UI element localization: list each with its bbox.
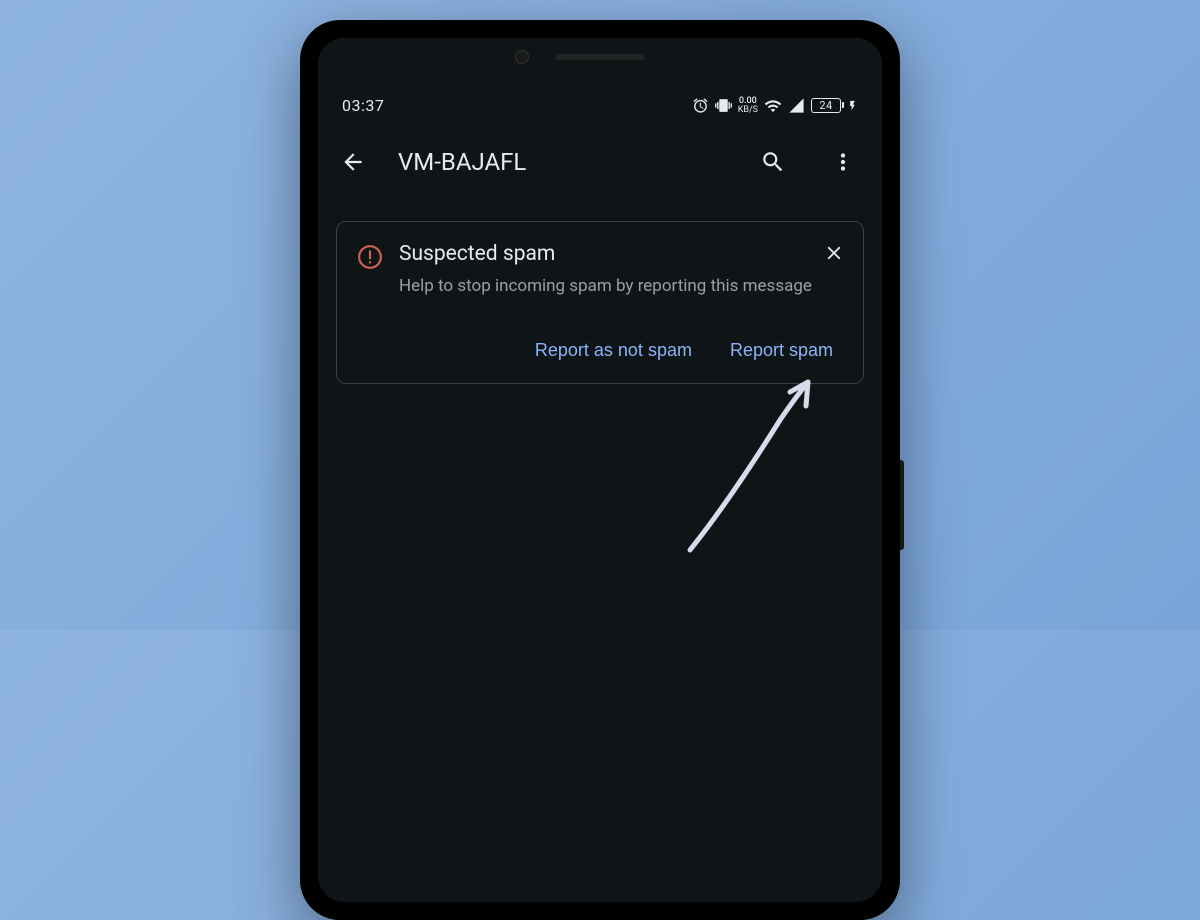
battery-icon: 24 bbox=[811, 98, 841, 113]
speaker-grille bbox=[555, 54, 645, 60]
search-button[interactable] bbox=[750, 139, 796, 185]
card-action-row: Report as not spam Report spam bbox=[357, 334, 843, 367]
charging-icon bbox=[847, 97, 858, 114]
search-icon bbox=[760, 149, 786, 175]
close-icon bbox=[823, 242, 845, 264]
vibrate-icon bbox=[715, 97, 732, 114]
battery-percentage: 24 bbox=[819, 99, 832, 112]
phone-frame: 03:37 0.00 KB/S 24 bbox=[300, 20, 900, 920]
app-bar: VM-BAJAFL bbox=[318, 121, 882, 203]
signal-icon bbox=[788, 97, 805, 114]
more-options-button[interactable] bbox=[820, 139, 866, 185]
status-time: 03:37 bbox=[342, 96, 384, 115]
status-bar: 03:37 0.00 KB/S 24 bbox=[318, 86, 882, 121]
phone-power-button bbox=[900, 460, 904, 550]
back-button[interactable] bbox=[332, 141, 374, 183]
conversation-title[interactable]: VM-BAJAFL bbox=[398, 148, 726, 176]
status-indicators: 0.00 KB/S 24 bbox=[692, 97, 858, 115]
dismiss-card-button[interactable] bbox=[819, 238, 849, 272]
alarm-icon bbox=[692, 97, 709, 114]
more-vert-icon bbox=[830, 149, 856, 175]
arrow-back-icon bbox=[340, 149, 366, 175]
phone-screen: 03:37 0.00 KB/S 24 bbox=[318, 38, 882, 902]
card-body-text: Help to stop incoming spam by reporting … bbox=[399, 274, 836, 300]
warning-icon bbox=[357, 244, 383, 274]
wifi-icon bbox=[764, 97, 782, 115]
card-title: Suspected spam bbox=[399, 242, 836, 266]
report-spam-button[interactable]: Report spam bbox=[726, 334, 837, 367]
report-not-spam-button[interactable]: Report as not spam bbox=[531, 334, 696, 367]
network-speed-indicator: 0.00 KB/S bbox=[738, 97, 758, 115]
suspected-spam-card: Suspected spam Help to stop incoming spa… bbox=[336, 221, 864, 384]
phone-notch bbox=[555, 54, 645, 60]
front-camera bbox=[515, 50, 529, 64]
